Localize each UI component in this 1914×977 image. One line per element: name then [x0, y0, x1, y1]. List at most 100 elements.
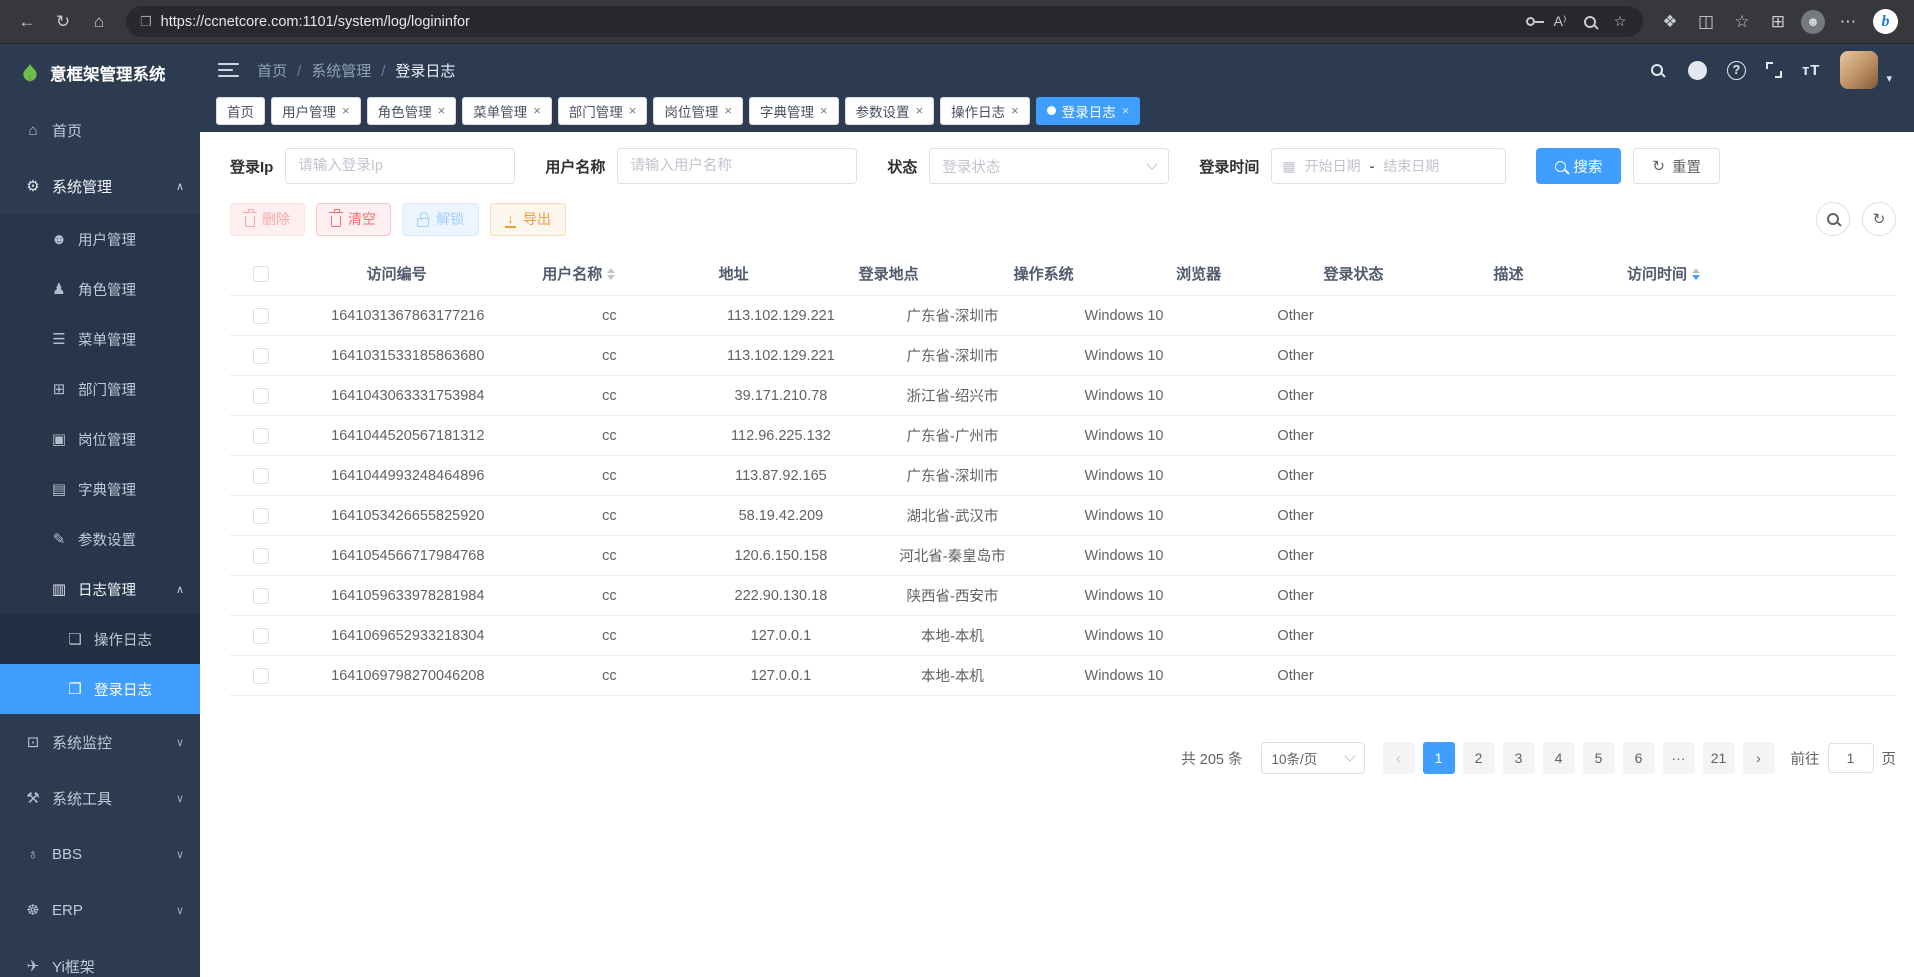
- column-header[interactable]: 用户名称: [501, 263, 656, 284]
- sidebar-item[interactable]: ⚒ 系统工具 ∨: [0, 770, 200, 826]
- font-size-icon[interactable]: тT: [1802, 59, 1821, 81]
- url-text[interactable]: https://ccnetcore.com:1101/system/log/lo…: [161, 14, 1515, 30]
- column-header[interactable]: 地址: [656, 263, 811, 284]
- password-key-icon[interactable]: [1515, 8, 1545, 36]
- page-button[interactable]: 2: [1463, 742, 1495, 774]
- tab[interactable]: 参数设置 ×: [845, 97, 935, 125]
- collections-icon[interactable]: ⊞: [1761, 5, 1795, 39]
- browser-profile-avatar[interactable]: ☻: [1801, 10, 1825, 34]
- column-header[interactable]: 登录地点: [811, 263, 966, 284]
- tab[interactable]: 登录日志 ×: [1036, 97, 1141, 125]
- table-row[interactable]: 1641054566717984768 cc 120.6.150.158 河北省…: [230, 536, 1896, 576]
- split-screen-icon[interactable]: ◫: [1689, 5, 1723, 39]
- page-button[interactable]: 3: [1503, 742, 1535, 774]
- login-ip-input[interactable]: [285, 148, 515, 184]
- tab-close-icon[interactable]: ×: [724, 103, 732, 118]
- tab[interactable]: 操作日志 ×: [940, 97, 1030, 125]
- sidebar-item[interactable]: ☻ 用户管理: [0, 214, 200, 264]
- column-header[interactable]: 登录状态: [1276, 263, 1431, 284]
- row-checkbox[interactable]: [253, 668, 269, 684]
- table-row[interactable]: 1641069652933218304 cc 127.0.0.1 本地-本机 W…: [230, 616, 1896, 656]
- column-header[interactable]: 访问编号: [292, 263, 501, 284]
- copilot-icon[interactable]: b: [1873, 9, 1898, 34]
- column-header[interactable]: 描述: [1431, 263, 1586, 284]
- tab[interactable]: 用户管理 ×: [271, 97, 361, 125]
- column-header[interactable]: 访问时间: [1586, 263, 1741, 284]
- tab-close-icon[interactable]: ×: [342, 103, 350, 118]
- table-row[interactable]: 1641044993248464896 cc 113.87.92.165 广东省…: [230, 456, 1896, 496]
- tab[interactable]: 字典管理 ×: [749, 97, 839, 125]
- user-name-input[interactable]: [617, 148, 857, 184]
- search-button[interactable]: 搜索: [1536, 148, 1621, 184]
- refresh-table-button[interactable]: ↻: [1862, 202, 1896, 236]
- row-checkbox[interactable]: [253, 468, 269, 484]
- page-button[interactable]: 5: [1583, 742, 1615, 774]
- page-button[interactable]: 21: [1703, 742, 1735, 774]
- tab-close-icon[interactable]: ×: [533, 103, 541, 118]
- refresh-icon[interactable]: ↻: [46, 5, 80, 39]
- unlock-button[interactable]: 解锁: [402, 203, 479, 236]
- sort-icon[interactable]: [1692, 268, 1700, 280]
- tab[interactable]: 首页 ×: [216, 97, 265, 125]
- sidebar-item[interactable]: ▤ 字典管理: [0, 464, 200, 514]
- export-button[interactable]: ↓ 导出: [490, 203, 566, 236]
- table-row[interactable]: 1641031367863177216 cc 113.102.129.221 广…: [230, 296, 1896, 336]
- page-button[interactable]: 4: [1543, 742, 1575, 774]
- breadcrumb-item[interactable]: 首页: [257, 60, 287, 81]
- row-checkbox[interactable]: [253, 508, 269, 524]
- next-page-button[interactable]: ›: [1743, 742, 1775, 774]
- sidebar-item[interactable]: ☰ 菜单管理: [0, 314, 200, 364]
- table-row[interactable]: 1641059633978281984 cc 222.90.130.18 陕西省…: [230, 576, 1896, 616]
- tab-close-icon[interactable]: ×: [1122, 103, 1130, 118]
- row-checkbox[interactable]: [253, 308, 269, 324]
- tab[interactable]: 岗位管理 ×: [653, 97, 743, 125]
- tab[interactable]: 菜单管理 ×: [462, 97, 552, 125]
- table-row[interactable]: 1641043063331753984 cc 39.171.210.78 浙江省…: [230, 376, 1896, 416]
- row-checkbox[interactable]: [253, 548, 269, 564]
- row-checkbox[interactable]: [253, 388, 269, 404]
- sidebar-item[interactable]: ♁ BBS ∨: [0, 826, 200, 882]
- table-row[interactable]: 1641044520567181312 cc 112.96.225.132 广东…: [230, 416, 1896, 456]
- table-row[interactable]: 1641069798270046208 cc 127.0.0.1 本地-本机 W…: [230, 656, 1896, 696]
- more-menu-icon[interactable]: ⋯: [1831, 5, 1865, 39]
- table-row[interactable]: 1641053426655825920 cc 58.19.42.209 湖北省-…: [230, 496, 1896, 536]
- row-checkbox[interactable]: [253, 628, 269, 644]
- breadcrumb-item[interactable]: 登录日志: [371, 60, 455, 81]
- favorites-bar-icon[interactable]: ☆: [1725, 5, 1759, 39]
- page-button[interactable]: 1: [1423, 742, 1455, 774]
- reset-button[interactable]: ↻ 重置: [1633, 148, 1720, 184]
- help-icon[interactable]: ?: [1727, 61, 1746, 80]
- tab-close-icon[interactable]: ×: [629, 103, 637, 118]
- hamburger-icon[interactable]: [218, 63, 239, 77]
- sort-icon[interactable]: [607, 268, 615, 280]
- back-icon[interactable]: ←: [10, 5, 44, 39]
- address-bar[interactable]: ❒ https://ccnetcore.com:1101/system/log/…: [126, 6, 1643, 37]
- github-icon[interactable]: [1688, 61, 1707, 80]
- extensions-icon[interactable]: ❖: [1653, 5, 1687, 39]
- row-checkbox[interactable]: [253, 428, 269, 444]
- login-status-select[interactable]: 登录状态: [929, 148, 1169, 184]
- sidebar-item[interactable]: ☸ ERP ∨: [0, 882, 200, 938]
- page-size-select[interactable]: 10条/页: [1261, 742, 1365, 774]
- page-button[interactable]: 6: [1623, 742, 1655, 774]
- sidebar-item[interactable]: ⚙ 系统管理 ∧: [0, 158, 200, 214]
- tab-close-icon[interactable]: ×: [820, 103, 828, 118]
- sidebar-item[interactable]: ⊡ 系统监控 ∨: [0, 714, 200, 770]
- select-all-checkbox[interactable]: [253, 266, 269, 282]
- browser-home-icon[interactable]: ⌂: [82, 5, 116, 39]
- sidebar-item[interactable]: ❏ 操作日志: [0, 614, 200, 664]
- table-row[interactable]: 1641031533185863680 cc 113.102.129.221 广…: [230, 336, 1896, 376]
- column-header[interactable]: 浏览器: [1121, 263, 1276, 284]
- user-avatar[interactable]: [1840, 51, 1878, 89]
- sidebar-item[interactable]: ❐ 登录日志: [0, 664, 200, 714]
- clear-button[interactable]: 清空: [316, 203, 391, 236]
- sidebar-item[interactable]: ✎ 参数设置: [0, 514, 200, 564]
- sidebar-item[interactable]: ✈ Yi框架: [0, 938, 200, 977]
- goto-page-input[interactable]: [1828, 743, 1874, 773]
- breadcrumb-item[interactable]: 系统管理: [287, 60, 371, 81]
- tab[interactable]: 部门管理 ×: [558, 97, 648, 125]
- date-range-picker[interactable]: ▦ 开始日期 - 结束日期: [1271, 148, 1506, 184]
- column-header[interactable]: 操作系统: [966, 263, 1121, 284]
- search-icon[interactable]: [1646, 59, 1668, 81]
- sidebar-item[interactable]: ⌂ 首页: [0, 102, 200, 158]
